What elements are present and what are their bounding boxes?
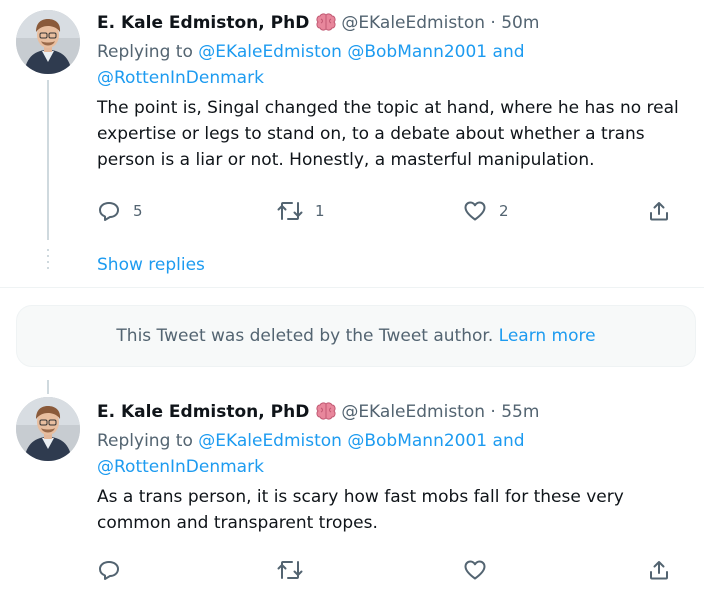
heart-icon bbox=[464, 560, 486, 580]
avatar[interactable] bbox=[16, 397, 80, 461]
deleted-notice-text: This Tweet was deleted by the Tweet auth… bbox=[116, 326, 494, 346]
thread-line bbox=[47, 80, 49, 240]
like-button[interactable] bbox=[463, 556, 499, 584]
replying-to: Replying to @EKaleEdmiston @BobMann2001 … bbox=[97, 428, 684, 480]
reply-icon bbox=[99, 561, 119, 580]
replying-prefix: Replying to bbox=[97, 431, 193, 451]
tweet-actions bbox=[97, 556, 677, 584]
thread-dots bbox=[47, 249, 49, 273]
handle[interactable]: @EKaleEdmiston bbox=[341, 13, 485, 33]
tweet-actions: 5 1 2 bbox=[97, 197, 677, 225]
tweet-text: The point is, Singal changed the topic a… bbox=[97, 98, 679, 170]
thread-line bbox=[47, 380, 49, 394]
mention-link[interactable]: @BobMann2001 bbox=[347, 431, 487, 451]
tweet-header: E. Kale Edmiston, PhD @EKaleEdmiston · 55… bbox=[97, 399, 684, 428]
show-replies-link[interactable]: Show replies bbox=[97, 252, 205, 278]
timestamp[interactable]: 55m bbox=[501, 402, 539, 422]
tweet-text: As a trans person, it is scary how fast … bbox=[97, 487, 624, 533]
retweet-icon bbox=[277, 561, 303, 579]
like-button[interactable]: 2 bbox=[463, 197, 509, 225]
replying-prefix: Replying to bbox=[97, 42, 193, 62]
separator-dot: · bbox=[490, 13, 496, 33]
share-button[interactable] bbox=[647, 197, 671, 225]
display-name[interactable]: E. Kale Edmiston, PhD bbox=[97, 13, 309, 33]
reply-button[interactable] bbox=[97, 556, 133, 584]
mention-link[interactable]: @RottenInDenmark bbox=[97, 457, 264, 477]
retweet-button[interactable]: 1 bbox=[277, 197, 325, 225]
share-icon bbox=[650, 202, 668, 221]
mention-link[interactable]: @EKaleEdmiston bbox=[198, 431, 342, 451]
retweet-icon bbox=[277, 202, 303, 220]
reply-icon bbox=[99, 202, 119, 221]
reply-button[interactable]: 5 bbox=[97, 197, 143, 225]
tweet[interactable]: E. Kale Edmiston, PhD @EKaleEdmiston · 55… bbox=[0, 397, 704, 592]
tweet[interactable]: E. Kale Edmiston, PhD @EKaleEdmiston · 50… bbox=[0, 0, 704, 240]
avatar-image bbox=[16, 397, 80, 461]
mention-link[interactable]: @RottenInDenmark bbox=[97, 68, 264, 88]
brain-emoji-icon bbox=[315, 402, 337, 428]
separator-dot: · bbox=[490, 402, 496, 422]
display-name[interactable]: E. Kale Edmiston, PhD bbox=[97, 402, 309, 422]
retweet-button[interactable] bbox=[277, 556, 315, 584]
brain-emoji-icon bbox=[315, 13, 337, 39]
learn-more-link[interactable]: Learn more bbox=[499, 326, 596, 346]
share-icon bbox=[650, 561, 668, 580]
replying-to: Replying to @EKaleEdmiston @BobMann2001 … bbox=[97, 39, 684, 91]
divider bbox=[0, 287, 704, 288]
mention-link[interactable]: @EKaleEdmiston bbox=[198, 42, 342, 62]
mention-link[interactable]: @BobMann2001 bbox=[347, 42, 487, 62]
heart-icon bbox=[464, 201, 486, 221]
deleted-tweet-notice: This Tweet was deleted by the Tweet auth… bbox=[16, 305, 696, 367]
avatar[interactable] bbox=[16, 10, 80, 74]
retweet-count: 1 bbox=[315, 202, 325, 220]
avatar-image bbox=[16, 10, 80, 74]
handle[interactable]: @EKaleEdmiston bbox=[341, 402, 485, 422]
mention-and[interactable]: and bbox=[493, 431, 525, 451]
like-count: 2 bbox=[499, 202, 509, 220]
mention-and[interactable]: and bbox=[493, 42, 525, 62]
share-button[interactable] bbox=[647, 556, 671, 584]
reply-count: 5 bbox=[133, 202, 143, 220]
tweet-header: E. Kale Edmiston, PhD @EKaleEdmiston · 50… bbox=[97, 10, 684, 39]
timestamp[interactable]: 50m bbox=[501, 13, 539, 33]
